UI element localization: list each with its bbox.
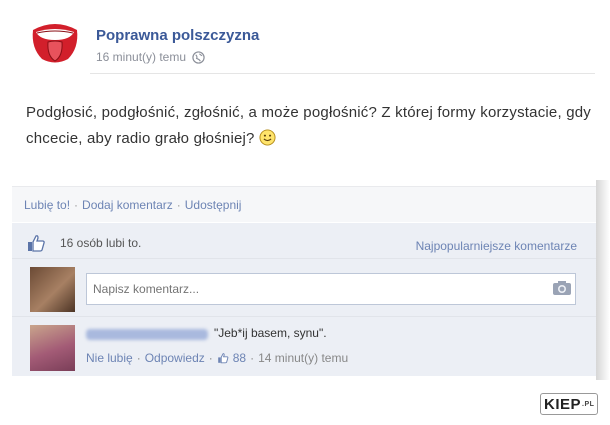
thumbs-up-icon: [217, 353, 229, 364]
comment-text: "Jeb*ij basem, synu".: [214, 326, 327, 340]
comment-input[interactable]: [86, 273, 576, 305]
add-comment-link[interactable]: Dodaj komentarz: [82, 198, 173, 212]
top-comments-dropdown[interactable]: Najpopularniejsze komentarze: [416, 239, 577, 253]
thumbs-up-icon: [28, 235, 45, 252]
post-message: Podgłosić, podgłośnić, zgłośnić, a może …: [26, 100, 596, 152]
watermark-logo: KIEP .PL: [540, 393, 599, 415]
watermark-tld: .PL: [582, 400, 595, 408]
avatar: [30, 267, 75, 312]
post-meta: 16 minut(y) temu: [96, 50, 205, 64]
separator-dot: ·: [208, 351, 213, 365]
write-comment-row: [12, 258, 607, 316]
globe-icon: [192, 50, 205, 64]
separator-dot: ·: [74, 198, 79, 212]
post-timestamp[interactable]: 16 minut(y) temu: [96, 50, 186, 64]
page-logo-icon[interactable]: [30, 16, 80, 66]
smiley-icon: [259, 129, 276, 146]
commenter-name-blurred[interactable]: [86, 329, 208, 340]
separator-dot: ·: [250, 351, 255, 365]
post-header: Poprawna polszczyzna 16 minut(y) temu: [30, 16, 590, 76]
post-message-text: Podgłosić, podgłośnić, zgłośnić, a może …: [26, 104, 591, 147]
like-link[interactable]: Lubię to!: [24, 198, 70, 212]
separator-dot: ·: [176, 198, 181, 212]
comment-timestamp[interactable]: 14 minut(y) temu: [258, 351, 348, 365]
comment-meta: Nie lubię · Odpowiedz · 88 · 14 minut(y)…: [86, 351, 348, 365]
reply-link[interactable]: Odpowiedz: [145, 351, 205, 365]
camera-icon[interactable]: [552, 279, 572, 297]
divider: [90, 73, 595, 74]
post-actions: Lubię to! · Dodaj komentarz · Udostępnij: [24, 198, 241, 212]
facebook-post: Poprawna polszczyzna 16 minut(y) temu Po…: [12, 10, 607, 376]
unlike-link[interactable]: Nie lubię: [86, 351, 133, 365]
scan-edge-shadow: [596, 180, 610, 380]
page-name[interactable]: Poprawna polszczyzna: [96, 27, 259, 44]
commenter-avatar[interactable]: [30, 325, 75, 371]
comment-like-count[interactable]: 88: [233, 351, 246, 365]
likes-count-text[interactable]: 16 osób lubi to.: [60, 236, 141, 250]
likes-summary: 16 osób lubi to. Najpopularniejsze komen…: [12, 223, 607, 263]
separator-dot: ·: [136, 351, 141, 365]
watermark-brand: KIEP: [544, 395, 582, 413]
share-link[interactable]: Udostępnij: [185, 198, 242, 212]
post-actions-bar: Lubię to! · Dodaj komentarz · Udostępnij: [12, 186, 607, 222]
comment-item: "Jeb*ij basem, synu". Nie lubię · Odpowi…: [12, 316, 607, 376]
